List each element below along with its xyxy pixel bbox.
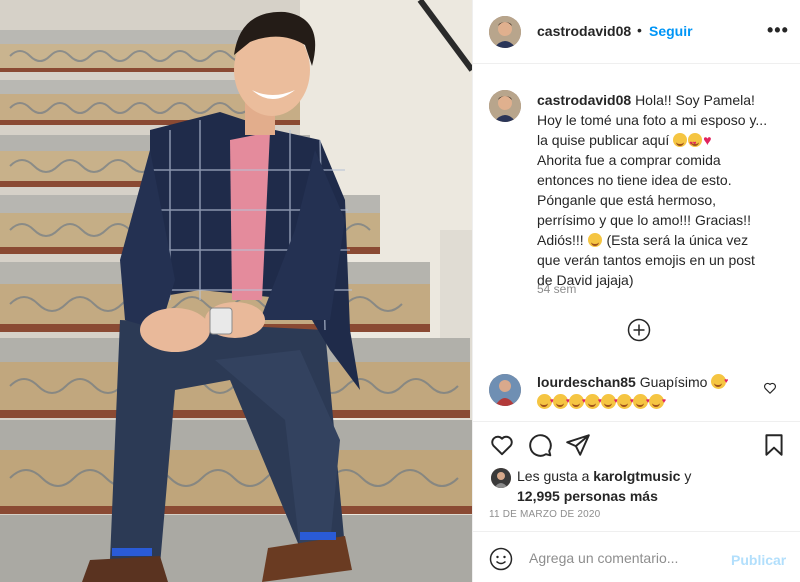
kiss-emoji-icon [633,392,650,412]
add-comment-bar: Publicar [473,531,800,582]
emoji-picker-button[interactable] [489,547,513,571]
comment-item: lourdeschan85 Guapísimo [537,372,753,412]
liker-username[interactable]: karolgtmusic [593,468,680,484]
post-date[interactable]: 11 DE MARZO DE 2020 [489,509,600,520]
kiss-emoji-icon [649,392,666,412]
share-button[interactable] [565,432,591,458]
caption-text-5: entonces no tiene idea de esto. [537,172,732,188]
caption-text-7: perrísimo y que lo amo!!! Gracias!! [537,212,751,228]
likes-prefix: Les gusta a [517,468,590,484]
avatar[interactable] [489,16,521,48]
photo-man-on-stairs [0,0,472,582]
caption-avatar[interactable] [489,90,521,122]
caption-text-10: que verán tantos emojis en un post [537,252,755,268]
caption-text-6: Pónganle que está hermoso, [537,192,717,208]
post-photo[interactable] [0,0,472,582]
caption-text-3: la quise publicar aquí [537,132,670,148]
follow-button[interactable]: Seguir [649,23,693,39]
plus-circle-icon [627,318,651,342]
bookmark-icon [765,434,783,456]
caption-text-9: (Esta será la única vez [606,232,749,248]
load-more-comments-button[interactable] [627,318,651,342]
kiss-emoji-icon [601,392,618,412]
liker-avatar-image [491,468,511,488]
commenter-avatar-image [489,374,521,406]
like-button[interactable] [489,432,515,458]
post-header: castrodavid08 • Seguir ••• [473,0,800,64]
smiley-icon [489,547,513,571]
caption-text-2: Hoy le tomé una foto a mi esposo y... [537,112,768,128]
paper-plane-icon [566,434,590,456]
caption-text-4: Ahorita fue a comprar comida [537,152,721,168]
red-heart-emoji-icon: ♥ [703,132,712,148]
caption-timestamp[interactable]: 54 sem [537,282,576,296]
liker-avatar[interactable] [491,468,511,488]
likes-conjunction: y [684,468,692,484]
comment-button[interactable] [527,432,553,458]
caption-line-3: la quise publicar aquí ♥ [537,130,789,154]
commenter-avatar[interactable] [489,374,521,406]
separator-dot: • [637,22,642,38]
heart-outline-icon [491,435,513,456]
kiss-emoji-icon [617,392,634,412]
caption-avatar-image [489,90,521,122]
post-caption: castrodavid08 Hola!! Soy Pamela! Hoy le … [537,90,789,290]
kiss-emoji-icon [585,392,602,412]
caption-line-8: Adiós!!! (Esta será la única vez [537,230,789,250]
caption-text-8: Adiós!!! [537,232,584,248]
caption-line-1: castrodavid08 Hola!! Soy Pamela! [537,90,789,110]
caption-text-1: Hola!! Soy Pamela! [635,92,755,108]
comment-bubble-icon [529,434,552,457]
post-author-username[interactable]: castrodavid08 [537,23,631,39]
kiss-emoji-icon [711,372,728,392]
likes-summary: Les gusta a karolgtmusic y 12,995 person… [517,466,787,506]
heart-eyes-emoji-icon [688,133,703,154]
kiss-emoji-icon [537,392,554,412]
comment-like-button[interactable] [763,381,777,395]
commenter-username[interactable]: lourdeschan85 [537,374,636,390]
likes-count[interactable]: 12,995 personas más [517,488,658,504]
grin-emoji-icon [673,133,688,147]
heart-outline-icon [764,382,776,394]
post-actions-bar [473,421,800,461]
comment-input[interactable] [529,544,725,572]
avatar-image [489,16,521,48]
more-options-icon[interactable]: ••• [767,20,789,41]
tears-of-joy-emoji-icon [587,233,602,247]
caption-username[interactable]: castrodavid08 [537,92,631,108]
kiss-emoji-icon [553,392,570,412]
kiss-emoji-icon [569,392,586,412]
publish-button[interactable]: Publicar [731,552,786,568]
comment-text: Guapísimo [639,374,708,390]
save-button[interactable] [761,432,787,458]
post-sidebar: castrodavid08 • Seguir ••• castrodavid08… [472,0,800,582]
